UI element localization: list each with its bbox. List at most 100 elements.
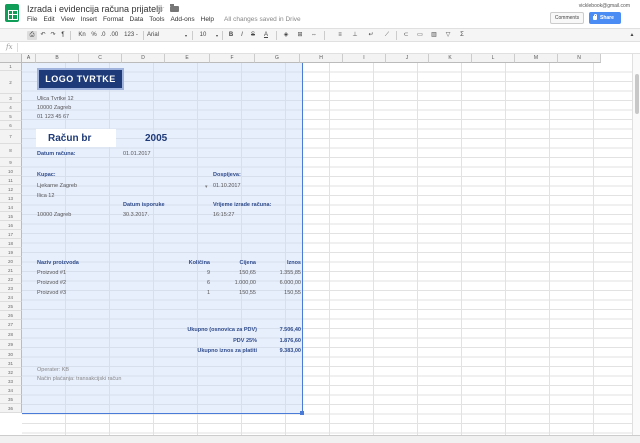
- column-header[interactable]: E: [165, 54, 210, 63]
- row-header[interactable]: 9: [0, 158, 22, 167]
- row-header[interactable]: 17: [0, 230, 22, 239]
- row-header[interactable]: 30: [0, 350, 22, 359]
- column-header[interactable]: C: [79, 54, 122, 63]
- currency-button[interactable]: Kn: [76, 31, 88, 40]
- text-color-button[interactable]: A: [262, 31, 270, 40]
- invoice-title[interactable]: Račun br: [48, 133, 91, 144]
- menu-data[interactable]: Data: [130, 16, 144, 26]
- chevron-down-icon[interactable]: ▾: [183, 31, 189, 40]
- item-name[interactable]: Proizvod #1: [37, 269, 66, 277]
- column-header[interactable]: J: [386, 54, 429, 63]
- invoice-date-label[interactable]: Datum računa:: [37, 150, 76, 158]
- row-header[interactable]: 8: [0, 144, 22, 158]
- item-qty[interactable]: 1: [160, 289, 210, 297]
- insert-comment-icon[interactable]: ▭: [416, 31, 424, 40]
- row-header[interactable]: 4: [0, 103, 22, 112]
- italic-button[interactable]: I: [238, 31, 246, 40]
- row-header[interactable]: 3: [0, 94, 22, 103]
- functions-icon[interactable]: Σ: [458, 31, 466, 40]
- row-header[interactable]: 27: [0, 320, 22, 330]
- delivery-date-value[interactable]: 30.3.2017.: [123, 211, 149, 219]
- menu-tools[interactable]: Tools: [149, 16, 164, 26]
- item-price[interactable]: 150,55: [210, 289, 256, 297]
- row-header[interactable]: 34: [0, 386, 22, 395]
- payment-method[interactable]: Način plaćanja: transakcijski račun: [37, 375, 121, 383]
- due-date-label[interactable]: Dospijeva:: [213, 171, 241, 179]
- row-header[interactable]: 22: [0, 275, 22, 284]
- percent-button[interactable]: %: [90, 31, 98, 40]
- column-header[interactable]: F: [210, 54, 255, 63]
- row-header[interactable]: 13: [0, 194, 22, 203]
- row-header[interactable]: 19: [0, 248, 22, 257]
- operator-note[interactable]: Operater: KB: [37, 366, 69, 374]
- buyer-label[interactable]: Kupac:: [37, 171, 56, 179]
- subtotal-label[interactable]: Ukupno (osnovica za PDV): [140, 326, 257, 334]
- column-header[interactable]: K: [429, 54, 472, 63]
- delivery-date-label[interactable]: Datum isporuke: [123, 201, 165, 209]
- column-header[interactable]: D: [122, 54, 165, 63]
- company-logo[interactable]: LOGO TVRTKE: [37, 68, 124, 90]
- header-price[interactable]: Cijena: [210, 259, 256, 267]
- vat-label[interactable]: PDV 25%: [140, 337, 257, 345]
- scrollbar-thumb[interactable]: [635, 74, 639, 114]
- row-header[interactable]: 5: [0, 112, 22, 121]
- row-header[interactable]: 10: [0, 167, 22, 176]
- row-header[interactable]: 24: [0, 293, 22, 302]
- row-header[interactable]: 25: [0, 302, 22, 311]
- row-header[interactable]: 14: [0, 203, 22, 212]
- menu-addons[interactable]: Add-ons: [170, 16, 194, 26]
- invoice-number[interactable]: 2005: [145, 133, 167, 144]
- menu-edit[interactable]: Edit: [43, 16, 54, 26]
- item-amount[interactable]: 1.355,85: [256, 269, 301, 277]
- item-qty[interactable]: 6: [160, 279, 210, 287]
- print-icon[interactable]: ⎙: [27, 31, 37, 40]
- column-header[interactable]: I: [343, 54, 386, 63]
- sheets-logo-icon[interactable]: [5, 4, 19, 22]
- increase-decimal-button[interactable]: .00: [109, 31, 119, 40]
- align-left-icon[interactable]: ≡: [336, 31, 344, 40]
- collapse-toolbar-icon[interactable]: ▲: [628, 31, 636, 40]
- header-quantity[interactable]: Količina: [160, 259, 210, 267]
- item-price[interactable]: 150,65: [210, 269, 256, 277]
- row-header[interactable]: 23: [0, 284, 22, 293]
- column-header[interactable]: H: [300, 54, 343, 63]
- document-title[interactable]: Izrada i evidencija računa prijatelji: [27, 4, 162, 14]
- menu-file[interactable]: File: [27, 16, 37, 26]
- row-header[interactable]: 7: [0, 130, 22, 144]
- vat-value[interactable]: 1.876,60: [256, 337, 301, 345]
- buyer-city[interactable]: 10000 Zagreb: [37, 211, 71, 219]
- align-vertical-icon[interactable]: ⊥: [351, 31, 359, 40]
- more-formats-dropdown[interactable]: 123 -: [122, 31, 140, 40]
- created-time-label[interactable]: Vrijeme izrade računa:: [213, 201, 271, 209]
- column-header[interactable]: A: [22, 54, 36, 63]
- row-header[interactable]: 18: [0, 239, 22, 248]
- header-product[interactable]: Naziv proizvoda: [37, 259, 79, 267]
- merge-cells-icon[interactable]: ⇔: [310, 31, 318, 40]
- company-city[interactable]: 10000 Zagreb: [37, 104, 71, 112]
- row-header[interactable]: 20: [0, 257, 22, 266]
- redo-icon[interactable]: ↷: [49, 31, 57, 40]
- row-header[interactable]: 36: [0, 404, 22, 413]
- created-time-value[interactable]: 16:15:27: [213, 211, 234, 219]
- row-header[interactable]: 6: [0, 121, 22, 130]
- undo-icon[interactable]: ↶: [39, 31, 47, 40]
- fill-color-icon[interactable]: ◈: [282, 31, 290, 40]
- filter-icon[interactable]: ▽: [444, 31, 452, 40]
- save-status[interactable]: All changes saved in Drive: [224, 16, 301, 26]
- select-all-corner[interactable]: [0, 54, 22, 63]
- text-rotation-icon[interactable]: ⟋: [383, 31, 391, 40]
- column-header[interactable]: L: [472, 54, 515, 63]
- menu-insert[interactable]: Insert: [81, 16, 97, 26]
- total-label[interactable]: Ukupno iznos za platiti: [140, 347, 257, 355]
- comments-button[interactable]: Comments: [550, 12, 584, 24]
- due-date-value[interactable]: 01.10.2017: [213, 182, 241, 190]
- header-amount[interactable]: Iznos: [256, 259, 301, 267]
- item-name[interactable]: Proizvod #2: [37, 279, 66, 287]
- invoice-date-value[interactable]: 01.01.2017: [123, 150, 151, 158]
- chevron-down-icon[interactable]: ▾: [214, 31, 220, 40]
- row-header[interactable]: 21: [0, 266, 22, 275]
- buyer-street[interactable]: Ilica 12: [37, 192, 54, 200]
- decrease-decimal-button[interactable]: .0: [99, 31, 107, 40]
- row-header[interactable]: 16: [0, 221, 22, 230]
- strikethrough-button[interactable]: S: [249, 31, 257, 40]
